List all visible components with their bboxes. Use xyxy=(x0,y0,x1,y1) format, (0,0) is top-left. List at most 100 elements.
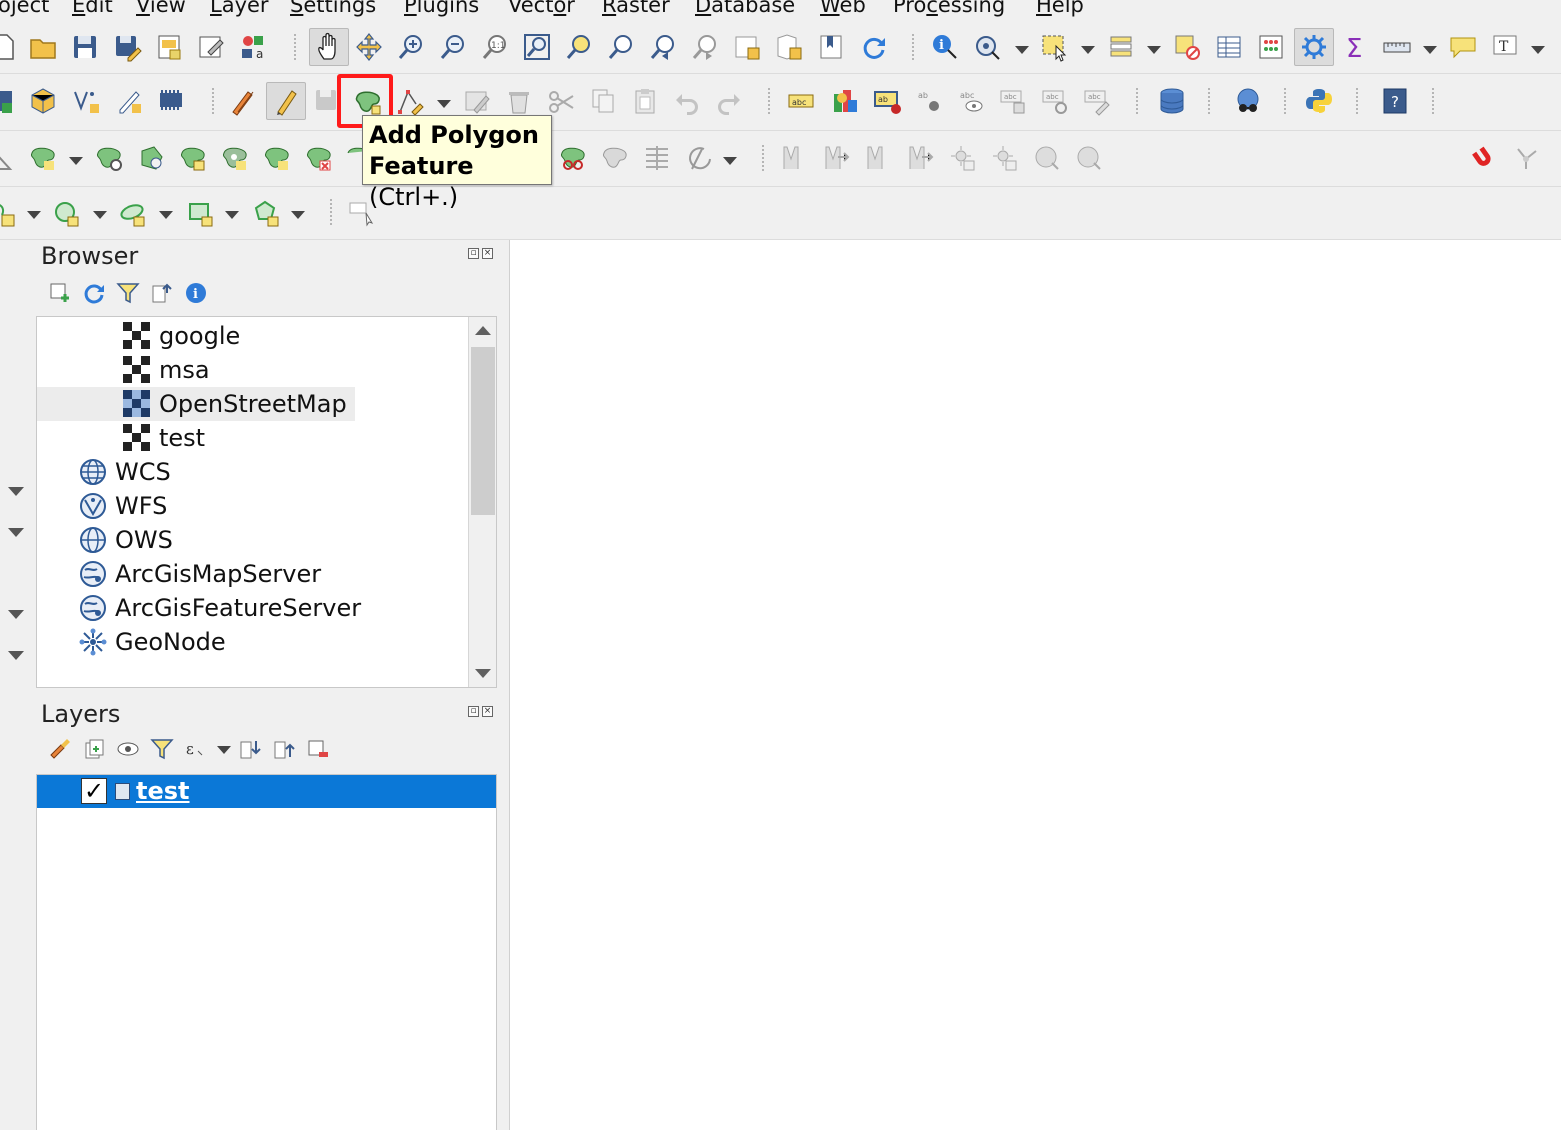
open-styling-panel-icon[interactable] xyxy=(46,735,74,763)
collapse-all-icon[interactable] xyxy=(148,279,176,307)
manage-map-themes-icon[interactable] xyxy=(114,735,142,763)
snapping-icon[interactable] xyxy=(1466,141,1500,175)
toolbar-grip[interactable] xyxy=(1136,88,1140,114)
rectangle-dropdown-icon[interactable] xyxy=(224,207,239,221)
filter-browser-icon[interactable] xyxy=(114,279,142,307)
remove-raster-point-icon[interactable] xyxy=(988,141,1022,175)
deselect-all-icon[interactable] xyxy=(1170,30,1204,64)
zoom-out-icon[interactable] xyxy=(436,30,470,64)
vertex-tool-icon[interactable] xyxy=(394,84,428,118)
collapse-arrow-icon[interactable] xyxy=(8,651,24,660)
topological-editing-icon[interactable] xyxy=(1510,141,1544,175)
processing-toolbox-icon[interactable] xyxy=(1294,28,1334,66)
rotate-point-symbols-icon[interactable] xyxy=(682,141,716,175)
map-canvas[interactable] xyxy=(509,240,1561,1130)
new-map-view-icon[interactable] xyxy=(730,30,764,64)
menu-web[interactable]: Web xyxy=(820,0,866,18)
tree-item-msa[interactable]: msa xyxy=(123,353,210,387)
pan-map-icon[interactable] xyxy=(309,28,349,66)
refresh-icon[interactable] xyxy=(856,30,890,64)
float-panel-icon[interactable]: ▫ xyxy=(468,248,479,259)
pin-unpin-labels-icon[interactable]: ab xyxy=(912,84,946,118)
menu-vector[interactable]: Vector xyxy=(508,0,575,18)
statistical-summary-icon[interactable]: Σ xyxy=(1338,30,1372,64)
add-regular-polygon-icon[interactable] xyxy=(250,197,284,231)
new-shapefile-layer-icon[interactable] xyxy=(70,84,104,118)
zoom-to-selection-icon[interactable] xyxy=(562,30,596,64)
style-manager-icon[interactable]: a xyxy=(236,30,270,64)
menu-help[interactable]: Help xyxy=(1036,0,1084,18)
dock-splitter[interactable] xyxy=(497,240,509,1130)
vertex-tool-dropdown-icon[interactable] xyxy=(436,96,451,110)
scroll-down-icon[interactable] xyxy=(475,669,491,678)
tree-item-geonode[interactable]: GeoNode xyxy=(79,625,226,659)
scroll-thumb[interactable] xyxy=(471,347,495,515)
rotate-feature-icon[interactable] xyxy=(92,141,126,175)
toolbar-grip[interactable] xyxy=(1432,88,1436,114)
tree-item-test[interactable]: test xyxy=(123,421,205,455)
copy-features-icon[interactable] xyxy=(586,84,620,118)
identify-features-icon[interactable]: i xyxy=(928,30,962,64)
show-hide-labels-icon[interactable]: abc xyxy=(954,84,988,118)
collapse-arrow-icon[interactable] xyxy=(8,610,24,619)
shape-circle-icon[interactable] xyxy=(1030,141,1064,175)
layer-labeling-options-icon[interactable]: abc xyxy=(784,84,818,118)
move-label-icon[interactable]: abc xyxy=(996,84,1030,118)
zoom-last-icon[interactable] xyxy=(646,30,680,64)
add-ellipse-icon[interactable] xyxy=(116,197,150,231)
toolbar-grip[interactable] xyxy=(1208,88,1212,114)
help-contents-icon[interactable]: ? xyxy=(1378,84,1412,118)
metasearch-icon[interactable] xyxy=(1228,84,1268,118)
map-tips-icon[interactable] xyxy=(1446,30,1480,64)
annotation-dropdown-icon[interactable] xyxy=(1530,42,1545,56)
collapse-arrow-icon[interactable] xyxy=(8,487,24,496)
fill-ring-icon[interactable] xyxy=(218,141,252,175)
circle-dropdown-icon[interactable] xyxy=(92,207,107,221)
spatial-bookmark-icon[interactable] xyxy=(814,30,848,64)
db-manager-icon[interactable] xyxy=(1152,84,1192,118)
delete-ring-icon[interactable] xyxy=(260,141,294,175)
attribute-table-icon[interactable] xyxy=(1212,30,1246,64)
new-virtual-layer-icon[interactable] xyxy=(154,84,188,118)
new-print-layout-icon[interactable] xyxy=(152,30,186,64)
menu-raster[interactable]: Raster xyxy=(602,0,670,18)
split-parts-icon[interactable] xyxy=(598,141,632,175)
shape-digitize-circular-icon[interactable] xyxy=(0,197,20,231)
simplify-feature-icon[interactable] xyxy=(134,141,168,175)
toolbar-grip[interactable] xyxy=(330,199,334,225)
layer-row-test[interactable]: ✓ test xyxy=(37,775,496,808)
menu-processing[interactable]: Processing xyxy=(893,0,1005,18)
collapse-arrow-icon[interactable] xyxy=(8,528,24,537)
toggle-editing-icon[interactable] xyxy=(266,82,306,120)
modify-attributes-icon[interactable] xyxy=(460,84,494,118)
new-project-icon[interactable] xyxy=(0,30,20,64)
save-project-icon[interactable] xyxy=(68,30,102,64)
circular-dropdown-icon[interactable] xyxy=(26,207,41,221)
add-selected-layers-icon[interactable] xyxy=(46,279,74,307)
field-calculator-icon[interactable] xyxy=(1254,30,1288,64)
menu-settings[interactable]: Settings xyxy=(290,0,376,18)
data-source-manager-icon[interactable] xyxy=(0,84,18,118)
tree-item-wcs[interactable]: WCS xyxy=(79,455,171,489)
layout-manager-icon[interactable] xyxy=(194,30,228,64)
python-console-icon[interactable] xyxy=(1302,84,1336,118)
menu-view[interactable]: View xyxy=(136,0,186,18)
cut-features-icon[interactable] xyxy=(544,84,578,118)
tree-item-arcgismapserver[interactable]: ArcGisMapServer xyxy=(79,557,321,591)
toolbar-grip[interactable] xyxy=(762,145,766,171)
toolbar-grip[interactable] xyxy=(912,34,916,60)
tree-item-arcgisfeatureserver[interactable]: ArcGisFeatureServer xyxy=(79,591,361,625)
filter-legend-icon[interactable] xyxy=(148,735,176,763)
toolbar-grip[interactable] xyxy=(1284,88,1288,114)
measure-line-icon[interactable] xyxy=(1380,30,1414,64)
pan-to-selection-icon[interactable] xyxy=(352,30,386,64)
add-circle-icon[interactable] xyxy=(50,197,84,231)
menu-database[interactable]: Database xyxy=(695,0,795,18)
menu-project[interactable]: oject xyxy=(0,0,49,18)
tree-item-wfs[interactable]: WFS xyxy=(79,489,167,523)
tree-item-google[interactable]: google xyxy=(123,319,240,353)
close-panel-icon[interactable]: × xyxy=(482,706,493,717)
georef-point-icon[interactable] xyxy=(862,141,896,175)
expression-dropdown-icon[interactable] xyxy=(216,742,231,756)
toolbar-grip[interactable] xyxy=(212,88,216,114)
